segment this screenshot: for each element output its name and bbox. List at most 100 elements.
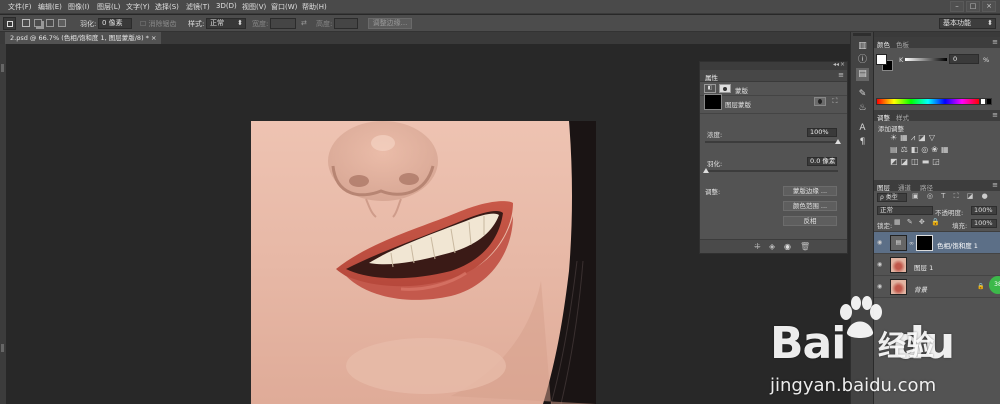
black-white-icon[interactable]: ◧	[911, 145, 922, 154]
intersect-selection-icon[interactable]	[58, 19, 66, 27]
menu-image[interactable]: 图像(I)	[68, 2, 90, 12]
k-input[interactable]: 0	[949, 54, 979, 64]
menu-filter[interactable]: 滤镜(T)	[186, 2, 210, 12]
height-input[interactable]	[334, 18, 358, 29]
brush-icon[interactable]: ✎	[856, 88, 869, 101]
style-select[interactable]: 正常 ⬍	[206, 18, 246, 29]
document-tab[interactable]: 2.psd @ 66.7% (色相/饱和度 1, 图层蒙版/8) * ×	[5, 32, 162, 44]
adjustment-icon-grid[interactable]: ☀▦⩘◪▽ ▤⚖◧◎❀▦ ◩◪◫▬◲	[890, 132, 990, 172]
exposure-icon[interactable]: ◪	[918, 133, 929, 142]
new-selection-icon[interactable]	[22, 19, 30, 27]
character-icon[interactable]: A	[856, 122, 869, 135]
k-slider[interactable]	[905, 58, 947, 61]
density-slider-handle[interactable]	[835, 139, 841, 144]
photo-filter-icon[interactable]: ◎	[921, 145, 931, 154]
color-spectrum[interactable]	[876, 98, 980, 105]
collapse-icon[interactable]: ◂◂	[833, 61, 839, 68]
fill-input[interactable]: 100%	[971, 219, 997, 228]
layer-row-background[interactable]: ◉ 背景 🔒	[874, 276, 1000, 298]
paragraph-icon[interactable]: ¶	[856, 136, 869, 149]
pixel-mask-icon[interactable]	[814, 97, 826, 106]
layer-mask-thumbnail[interactable]	[704, 94, 722, 110]
tab-paths[interactable]: 路径	[920, 182, 933, 192]
channel-mixer-icon[interactable]: ❀	[931, 145, 941, 154]
tab-styles[interactable]: 样式	[896, 112, 909, 122]
menu-3d[interactable]: 3D(D)	[216, 2, 237, 10]
feather-slider-handle[interactable]	[703, 168, 709, 173]
info-icon[interactable]: ⓘ	[856, 54, 869, 67]
menu-layer[interactable]: 图层(L)	[97, 2, 120, 12]
workspace-select[interactable]: 基本功能 ⬍	[939, 18, 996, 29]
feather-input[interactable]: 0.0 像素	[807, 157, 837, 166]
document-image[interactable]	[251, 121, 596, 404]
panel-menu-icon[interactable]: ≡	[838, 71, 844, 79]
delete-icon[interactable]: 🗑	[800, 242, 810, 251]
panel-menu-icon[interactable]: ≡	[992, 181, 998, 189]
hue-saturation-icon[interactable]: ▤	[890, 145, 901, 154]
color-lookup-icon[interactable]: ▦	[941, 145, 952, 154]
menu-type[interactable]: 文字(Y)	[126, 2, 150, 12]
tab-layers[interactable]: 图层	[877, 182, 890, 192]
feather-input[interactable]: 0 像素	[98, 18, 132, 29]
load-selection-icon[interactable]: ⁜	[754, 242, 761, 251]
menu-select[interactable]: 选择(S)	[155, 2, 179, 12]
black-swatch[interactable]	[986, 98, 992, 105]
antialias-checkbox[interactable]: ☐ 消除锯齿	[140, 19, 177, 29]
density-input[interactable]: 100%	[807, 128, 837, 137]
threshold-icon[interactable]: ◫	[911, 157, 922, 166]
menu-help[interactable]: 帮助(H)	[302, 2, 327, 12]
posterize-icon[interactable]: ◪	[901, 157, 912, 166]
layer-filter-select[interactable]: ρ 类型	[877, 193, 907, 202]
panel-menu-icon[interactable]: ≡	[992, 38, 998, 46]
mask-edge-button[interactable]: 蒙版边缘 ...	[783, 186, 837, 196]
menu-edit[interactable]: 编辑(E)	[38, 2, 62, 12]
visibility-eye-icon[interactable]: ◉	[877, 261, 885, 268]
brightness-icon[interactable]: ☀	[890, 133, 900, 142]
layer-row-hue-saturation[interactable]: ◉ ▤ ∞ 色相/饱和度 1	[874, 232, 1000, 254]
clone-source-icon[interactable]: ♨	[856, 102, 869, 115]
add-selection-icon[interactable]	[34, 19, 42, 27]
swap-icon[interactable]: ⇄	[301, 19, 307, 27]
menu-window[interactable]: 窗口(W)	[271, 2, 297, 12]
menu-file[interactable]: 文件(F)	[8, 2, 32, 12]
vibrance-icon[interactable]: ▽	[929, 133, 938, 142]
color-balance-icon[interactable]: ⚖	[901, 145, 911, 154]
mask-icon[interactable]	[719, 84, 731, 93]
properties-icon[interactable]: ▤	[856, 68, 869, 81]
selective-color-icon[interactable]: ◲	[932, 157, 943, 166]
visibility-icon[interactable]: ◉	[784, 242, 791, 251]
marquee-tool-icon[interactable]	[3, 17, 16, 30]
refine-edge-button[interactable]: 调整边缘...	[368, 18, 412, 29]
adjustment-icon[interactable]: ◧	[704, 84, 716, 93]
gradient-map-icon[interactable]: ▬	[922, 157, 933, 166]
layer-filter-icons[interactable]: ▣ ◎ T ⛶ ◪ ●	[912, 192, 992, 202]
layer-row-layer-1[interactable]: ◉ 图层 1	[874, 254, 1000, 276]
apply-mask-icon[interactable]: ◈	[769, 242, 775, 251]
minimize-icon[interactable]: –	[950, 1, 964, 12]
opacity-input[interactable]: 100%	[971, 206, 997, 215]
layer-mask-thumbnail[interactable]	[916, 235, 933, 251]
maximize-icon[interactable]: □	[966, 1, 980, 12]
invert-button[interactable]: 反相	[783, 216, 837, 226]
notification-badge[interactable]: 38	[989, 276, 1000, 294]
tab-adjustments[interactable]: 调整	[877, 112, 890, 122]
close-icon[interactable]: ×	[982, 1, 996, 12]
close-icon[interactable]: ×	[840, 61, 845, 68]
visibility-eye-icon[interactable]: ◉	[877, 239, 885, 246]
subtract-selection-icon[interactable]	[46, 19, 54, 27]
visibility-eye-icon[interactable]: ◉	[877, 283, 885, 290]
feather-slider[interactable]	[705, 170, 838, 172]
invert-icon[interactable]: ◩	[890, 157, 901, 166]
blend-mode-select[interactable]: 正常	[877, 206, 933, 215]
vector-mask-icon[interactable]: ⛶	[829, 97, 841, 106]
panel-menu-icon[interactable]: ≡	[992, 111, 998, 119]
color-range-button[interactable]: 颜色范围 ...	[783, 201, 837, 211]
tab-swatches[interactable]: 色板	[896, 39, 909, 49]
lock-icons[interactable]: ▦ ✎ ✥ 🔒	[894, 218, 942, 226]
properties-titlebar[interactable]: ◂◂ ×	[700, 61, 847, 70]
levels-icon[interactable]: ▦	[900, 133, 911, 142]
width-input[interactable]	[270, 18, 296, 29]
history-icon[interactable]: ▥	[856, 40, 869, 53]
density-slider[interactable]	[705, 141, 838, 143]
tab-channels[interactable]: 通道	[898, 182, 911, 192]
